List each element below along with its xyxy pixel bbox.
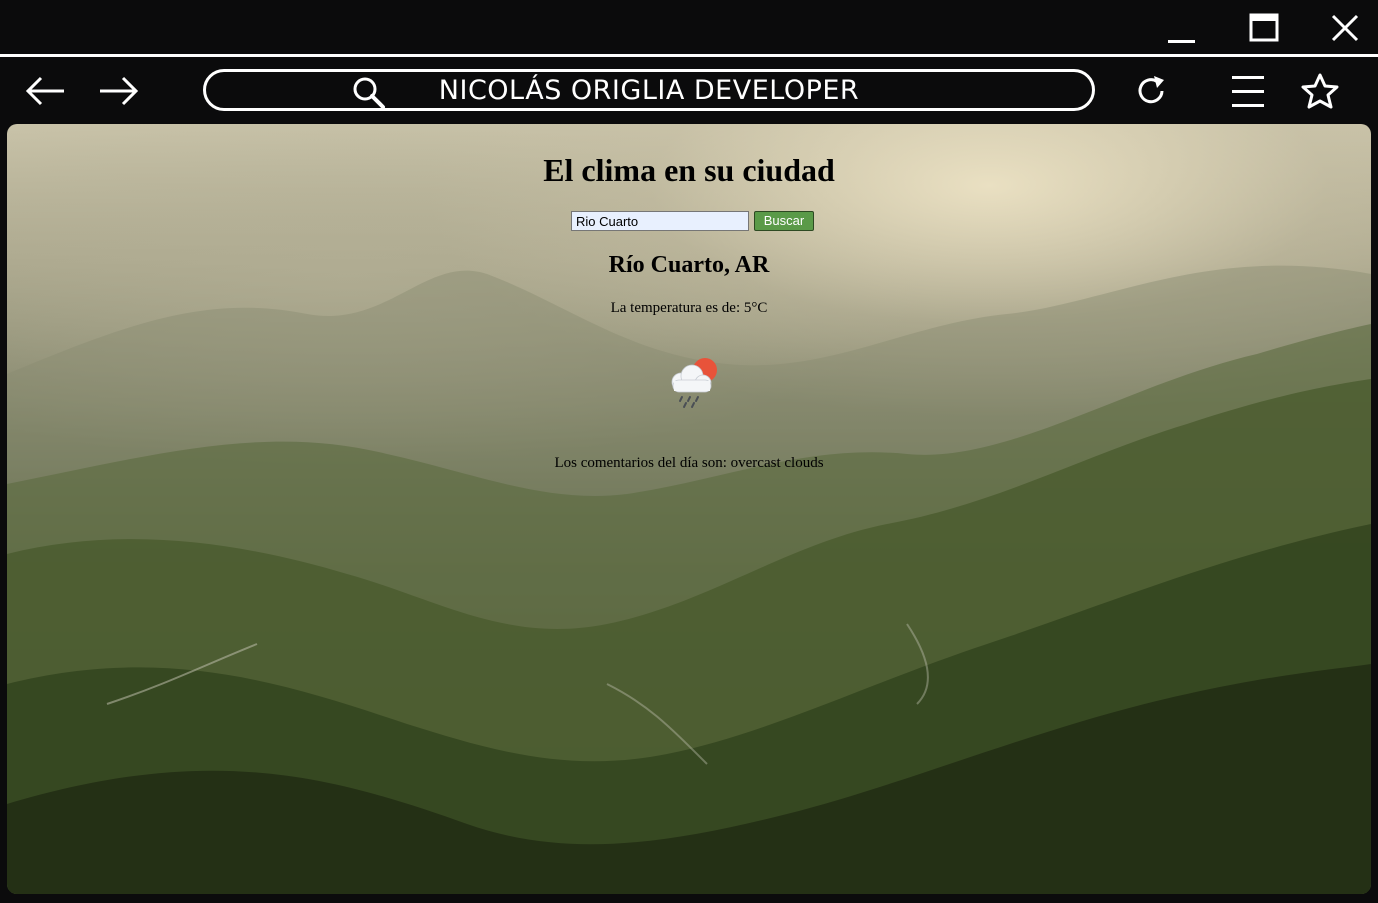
weather-app: El clima en su ciudad Buscar Río Cuarto,… <box>7 124 1371 894</box>
maximize-button[interactable] <box>1244 8 1284 48</box>
arrow-left-icon <box>25 76 64 106</box>
menu-button[interactable] <box>1224 69 1272 113</box>
star-icon <box>1301 73 1339 109</box>
minimize-icon <box>1168 40 1195 43</box>
address-bar[interactable]: NICOLÁS ORIGLIA DEVELOPER <box>203 69 1095 111</box>
temperature-text: La temperatura es de: 5°C <box>610 300 768 316</box>
search-form: Buscar <box>571 211 814 233</box>
bookmark-button[interactable] <box>1296 69 1344 113</box>
reload-button[interactable] <box>1127 69 1175 113</box>
rain-cloud-sun-icon <box>671 358 717 408</box>
city-name: Río Cuarto, AR <box>608 252 770 278</box>
forward-button[interactable] <box>94 69 142 113</box>
reload-icon <box>1138 76 1164 104</box>
back-button[interactable] <box>22 69 70 113</box>
minimize-button[interactable] <box>1161 8 1201 48</box>
browser-toolbar: NICOLÁS ORIGLIA DEVELOPER <box>0 57 1378 125</box>
hamburger-icon <box>1232 76 1264 107</box>
arrow-right-icon <box>100 76 139 106</box>
city-input[interactable] <box>571 211 749 231</box>
close-icon <box>1331 14 1359 42</box>
weather-description: Los comentarios del día son: overcast cl… <box>554 455 824 471</box>
search-button[interactable]: Buscar <box>754 211 814 231</box>
page-title: El clima en su ciudad <box>543 152 835 188</box>
close-button[interactable] <box>1325 8 1365 48</box>
maximize-icon <box>1249 13 1279 42</box>
window-titlebar <box>0 0 1378 54</box>
address-text: NICOLÁS ORIGLIA DEVELOPER <box>438 75 860 106</box>
page-viewport: El clima en su ciudad Buscar Río Cuarto,… <box>7 124 1371 894</box>
